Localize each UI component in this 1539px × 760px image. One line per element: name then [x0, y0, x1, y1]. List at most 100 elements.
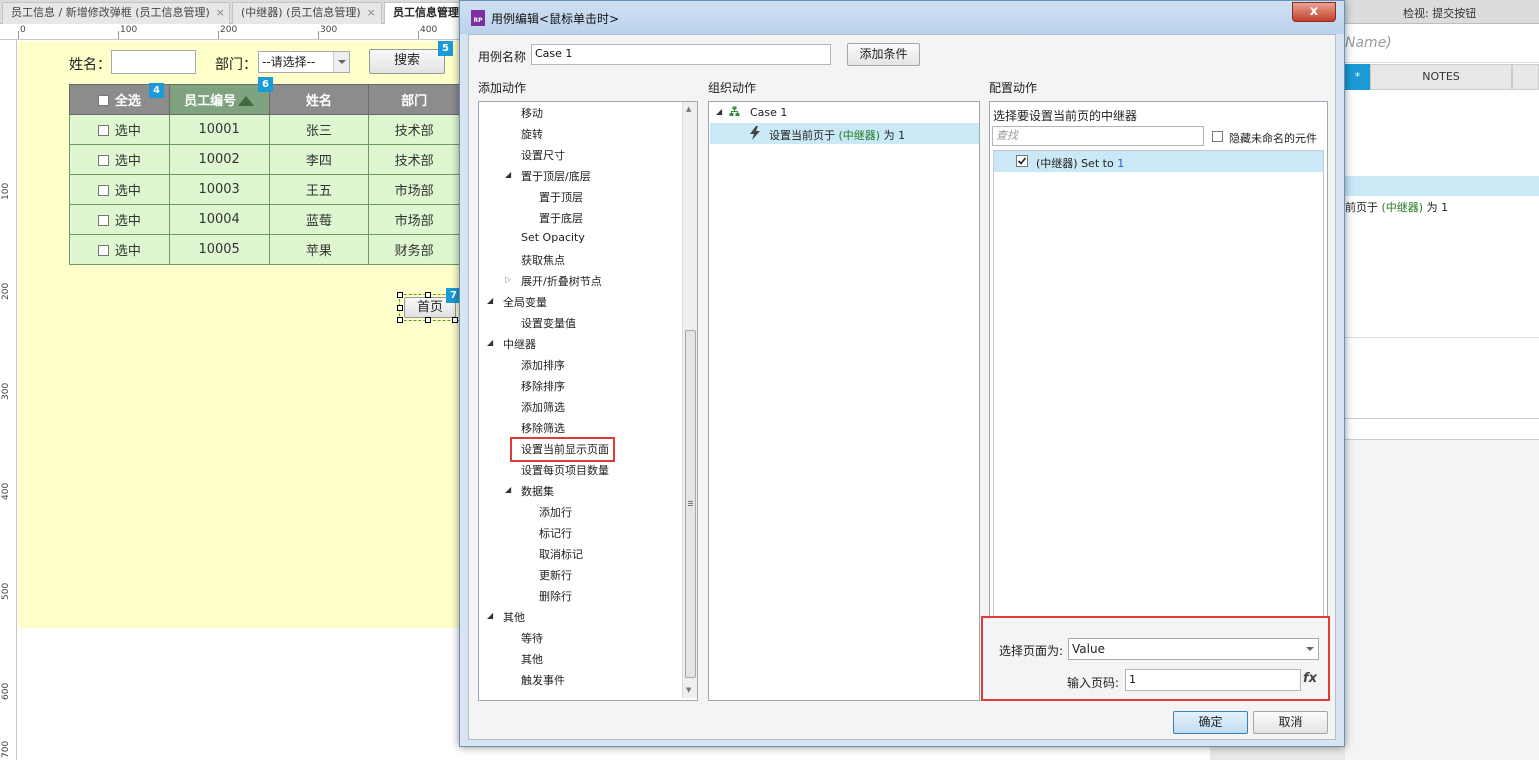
checkbox-icon[interactable] — [97, 215, 109, 226]
page-select-value: Value — [1072, 642, 1105, 656]
action-tree-item[interactable]: 设置每页项目数量 — [521, 462, 609, 478]
checkbox-icon[interactable] — [97, 185, 109, 196]
checkbox-icon[interactable] — [97, 125, 109, 136]
action-tree-item[interactable]: 添加排序 — [521, 357, 565, 373]
collapse-icon[interactable]: ◢ — [505, 170, 511, 179]
action-tree-item[interactable]: 其他 — [521, 651, 543, 667]
action-tree-item[interactable]: 更新行 — [539, 567, 572, 583]
inspector-field[interactable] — [1345, 418, 1539, 440]
row-check[interactable]: 选中 — [69, 204, 170, 235]
resize-handle[interactable] — [397, 292, 403, 298]
widget-name-field[interactable]: Name) — [1345, 24, 1539, 63]
selected-case-row[interactable] — [1345, 176, 1539, 196]
action-tree-item[interactable]: 移除筛选 — [521, 420, 565, 436]
cell-dept: 技术部 — [368, 144, 460, 175]
collapse-icon[interactable]: ◢ — [487, 296, 493, 305]
dept-select[interactable]: --请选择-- — [258, 51, 350, 73]
collapse-icon[interactable]: ◢ — [487, 338, 493, 347]
ruler-tick — [218, 31, 219, 39]
tab-repeater[interactable]: (中继器) (员工信息管理) × — [232, 2, 382, 24]
page-select[interactable]: Value — [1068, 638, 1319, 660]
close-icon[interactable]: × — [367, 6, 376, 19]
action-tree-item[interactable]: 移除排序 — [521, 378, 565, 394]
scrollbar-thumb[interactable] — [685, 330, 696, 678]
action-tree-item[interactable]: 等待 — [521, 630, 543, 646]
add-action-tree[interactable]: 移动旋转设置尺寸 ◢ 置于顶层/底层置于顶层置于底层 Set Opacity 获取焦点 ▷… — [478, 101, 698, 701]
add-condition-button[interactable]: 添加条件 — [847, 43, 920, 66]
vertical-scrollbar[interactable]: ▲ ▼ — [682, 102, 697, 698]
ruler-label: 300 — [1, 382, 11, 400]
action-tree-item[interactable]: 数据集 — [521, 483, 554, 499]
dept-label: 部门： — [215, 57, 257, 73]
action-tree-item[interactable]: 取消标记 — [539, 546, 583, 562]
search-input[interactable]: 查找 — [992, 126, 1204, 146]
resize-handle[interactable] — [397, 305, 403, 311]
scroll-up-icon[interactable]: ▲ — [686, 105, 691, 113]
name-input[interactable] — [111, 50, 196, 74]
page-number-input[interactable]: 1 — [1125, 669, 1301, 691]
row-check[interactable]: 选中 — [69, 174, 170, 205]
action-tree-item[interactable]: 置于顶层 — [539, 189, 583, 205]
action-tree-item[interactable]: 移动 — [521, 105, 543, 121]
close-icon[interactable]: × — [216, 6, 225, 19]
header-name[interactable]: 姓名 — [268, 84, 370, 115]
search-button[interactable]: 搜索 — [369, 49, 445, 74]
expand-icon[interactable]: ▷ — [505, 275, 511, 284]
action-tree-item[interactable]: 全局变量 — [503, 294, 547, 310]
action-tree-item[interactable]: 置于底层 — [539, 210, 583, 226]
cancel-button[interactable]: 取消 — [1253, 711, 1328, 734]
action-tree-item[interactable]: 旋转 — [521, 126, 543, 142]
action-tree-item[interactable]: 设置变量值 — [521, 315, 576, 331]
action-tree-item[interactable]: 其他 — [503, 609, 525, 625]
action-tree-item[interactable]: 添加筛选 — [521, 399, 565, 415]
action-tree-item[interactable]: 标记行 — [539, 525, 572, 541]
ok-button[interactable]: 确定 — [1173, 711, 1248, 734]
collapse-icon[interactable]: ◢ — [505, 485, 511, 494]
resize-handle[interactable] — [452, 317, 458, 323]
checkbox-icon[interactable] — [97, 245, 109, 256]
checkbox-checked-icon[interactable] — [1016, 155, 1028, 167]
action-tree-item[interactable]: 展开/折叠树节点 — [521, 273, 602, 289]
cell-id: 10005 — [168, 234, 270, 265]
widget-name-placeholder: Name) — [1345, 35, 1392, 51]
action-tree-item[interactable]: 触发事件 — [521, 672, 565, 688]
checkbox-icon[interactable] — [97, 95, 109, 106]
widget-badge: 5 — [438, 41, 453, 56]
collapse-icon[interactable]: ◢ — [716, 107, 722, 116]
action-tree-item[interactable]: 置于顶层/底层 — [521, 168, 591, 184]
action-target: (中继器) — [838, 129, 881, 142]
dept-select-value: --请选择-- — [262, 55, 316, 69]
tab-style[interactable] — [1512, 64, 1539, 90]
resize-handle[interactable] — [397, 317, 403, 323]
row-check[interactable]: 选中 — [69, 234, 170, 265]
collapse-icon[interactable]: ◢ — [487, 611, 493, 620]
action-tree-item[interactable]: 中继器 — [503, 336, 536, 352]
scroll-down-icon[interactable]: ▼ — [686, 686, 691, 694]
case-name-input[interactable]: Case 1 — [531, 44, 831, 65]
row-check[interactable]: 选中 — [69, 144, 170, 175]
tab-properties[interactable]: * — [1345, 64, 1370, 90]
action-tree-item[interactable]: 设置尺寸 — [521, 147, 565, 163]
tab-notes[interactable]: NOTES — [1370, 64, 1512, 90]
action-tree-item[interactable]: 删除行 — [539, 588, 572, 604]
dialog-title-bar[interactable]: RP 用例编辑<鼠标单击时> x — [460, 1, 1344, 34]
header-dept[interactable]: 部门 — [368, 84, 460, 115]
cell-name: 王五 — [268, 174, 370, 205]
resize-handle[interactable] — [425, 292, 431, 298]
organize-action-tree[interactable]: ◢ Case 1 设置当前页于 (中继器) 为 1 — [708, 101, 980, 701]
row-check[interactable]: 选中 — [69, 114, 170, 145]
action-tree-item[interactable]: 添加行 — [539, 504, 572, 520]
resize-handle[interactable] — [425, 317, 431, 323]
checkbox-icon[interactable] — [97, 155, 109, 166]
close-button[interactable]: x — [1292, 2, 1336, 22]
tab-employee-modal[interactable]: 员工信息 / 新增修改弹框 (员工信息管理) × — [2, 2, 230, 24]
action-prefix: 前页于 — [1345, 201, 1382, 214]
tab-employee-management[interactable]: 员工信息管理 — [384, 2, 464, 24]
hide-unnamed-checkbox[interactable] — [1212, 131, 1223, 142]
inspector-header: 检视: 提交按钮 — [1345, 0, 1539, 24]
action-tree-item[interactable]: Set Opacity — [521, 231, 585, 244]
action-tree-item[interactable]: 获取焦点 — [521, 252, 565, 268]
case-item[interactable]: Case 1 — [750, 106, 787, 119]
header-employee-id[interactable]: 员工编号 — [168, 84, 270, 115]
fx-icon[interactable]: fx — [1303, 671, 1317, 686]
